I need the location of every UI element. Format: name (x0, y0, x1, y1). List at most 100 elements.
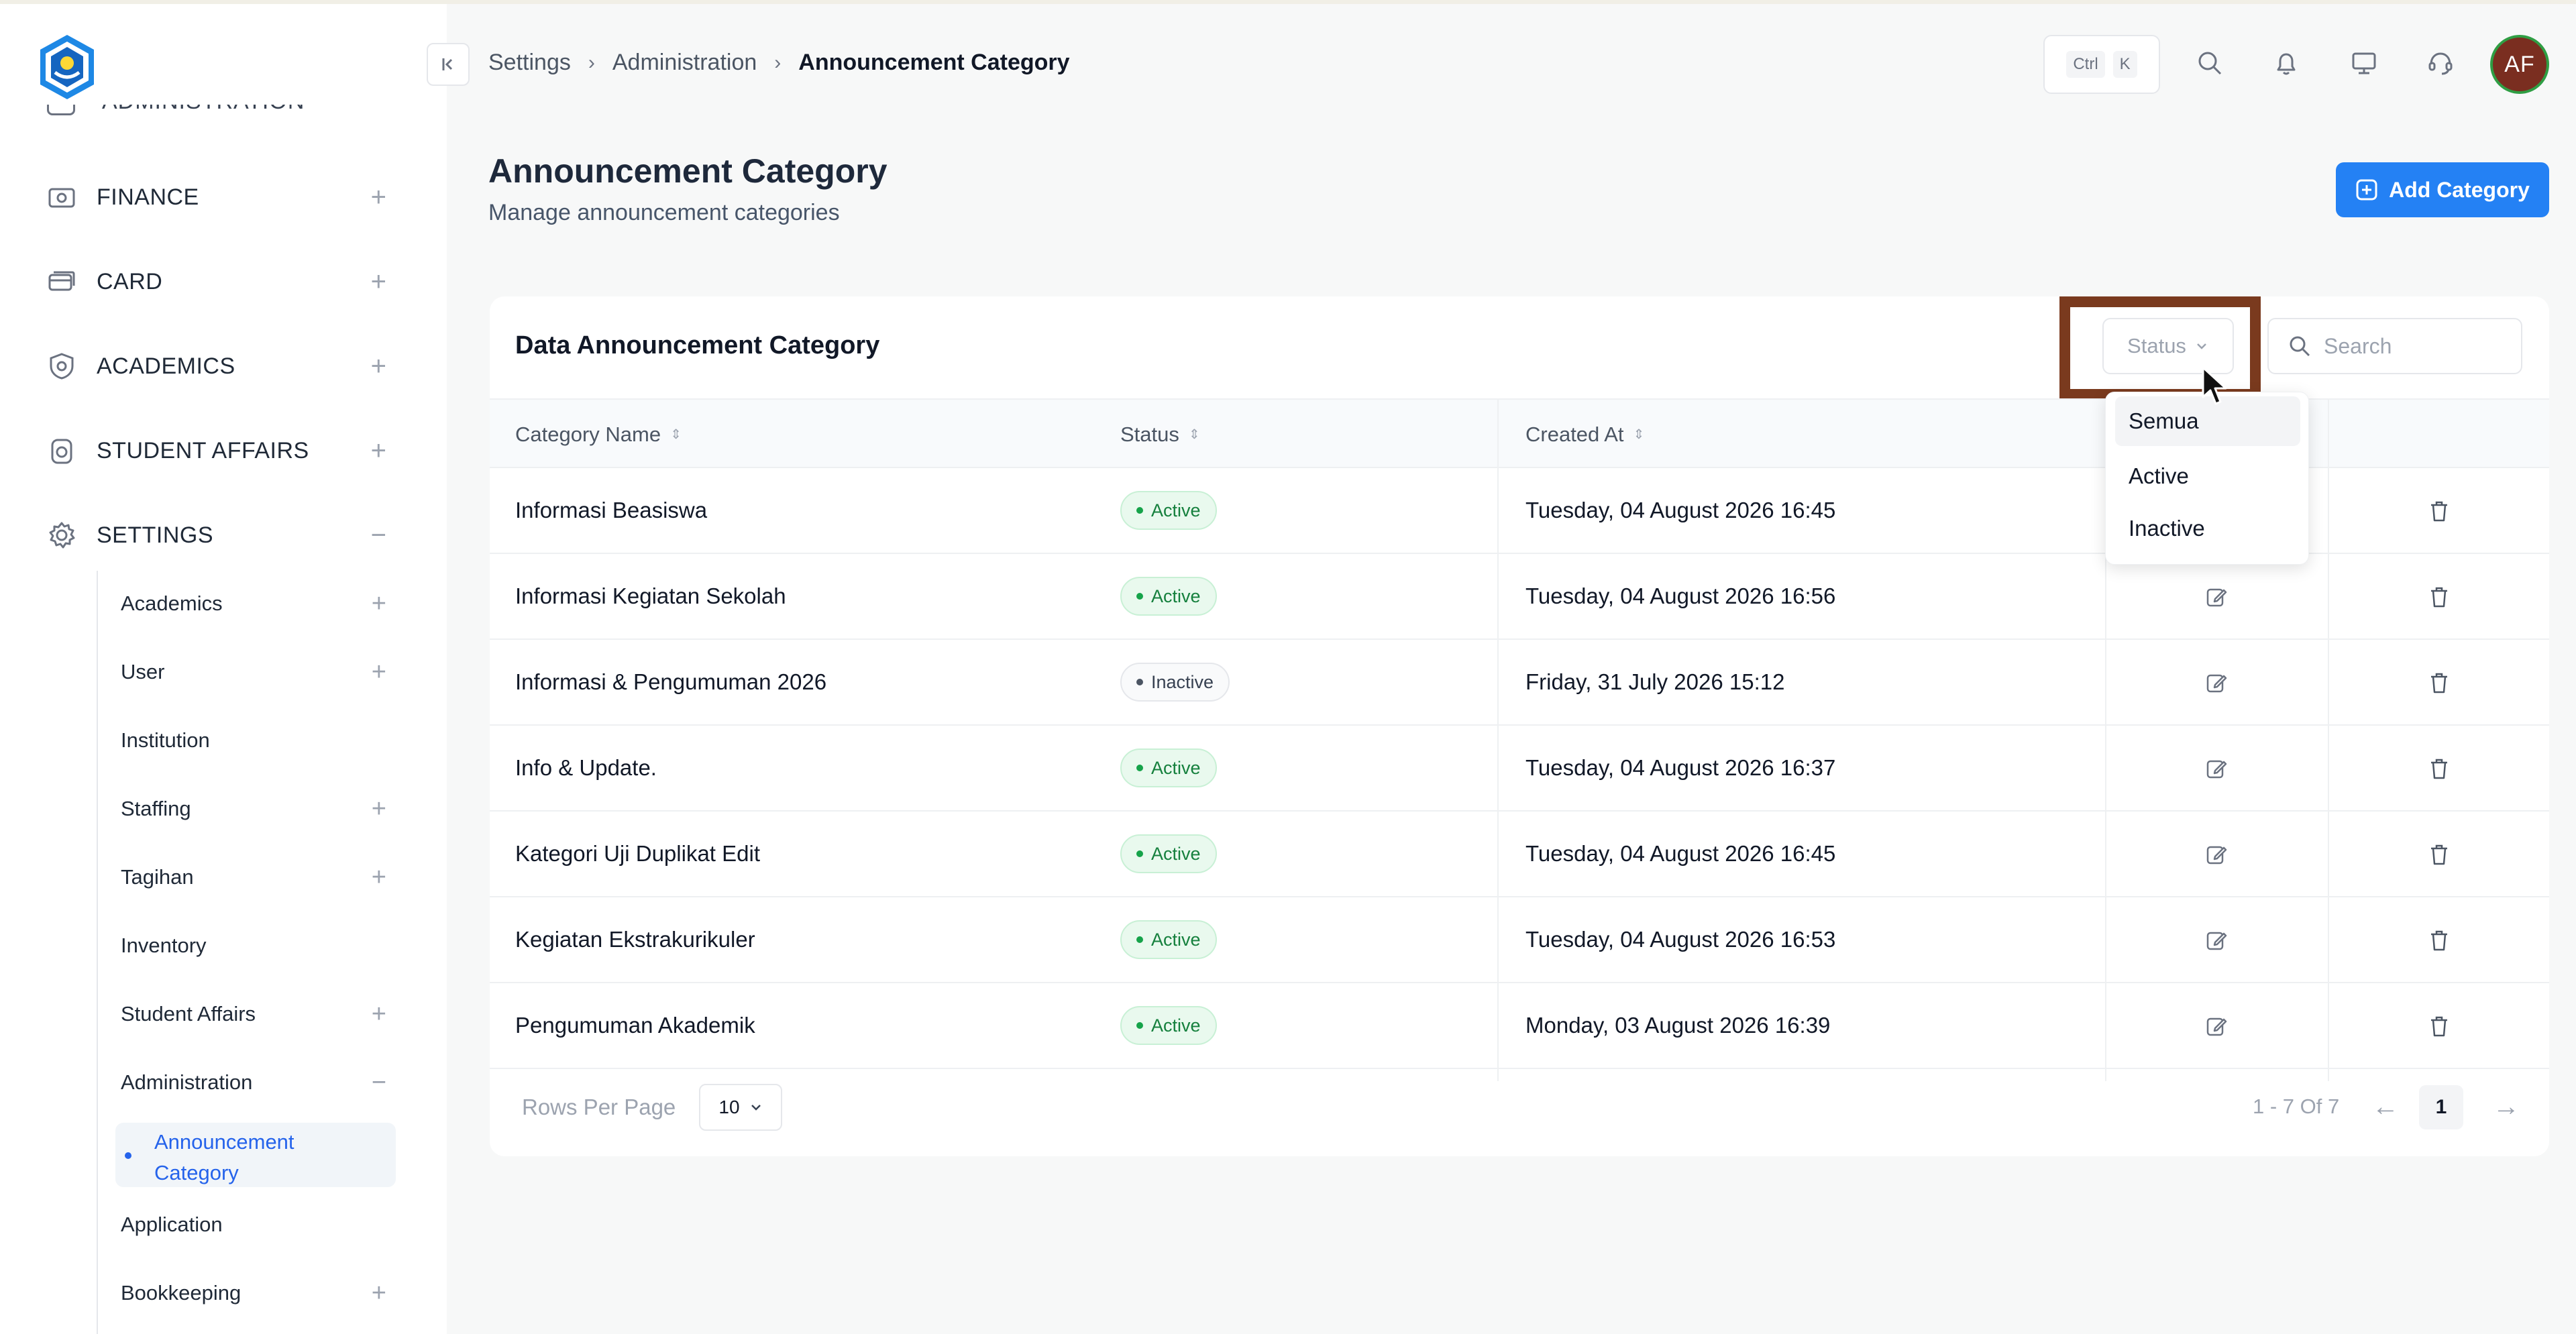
search-field[interactable] (2267, 318, 2522, 374)
sidebar-item-academics[interactable]: ACADEMICS + (47, 346, 396, 386)
category-name-cell: Kegiatan Ekstrakurikuler (515, 927, 755, 952)
trash-icon[interactable] (2423, 581, 2455, 613)
sidebar-item-card[interactable]: CARD + (47, 262, 396, 302)
collapse-icon[interactable]: − (371, 520, 386, 551)
sidebar-sub-administration[interactable]: Administration − (121, 1062, 396, 1103)
trash-icon[interactable] (2423, 924, 2455, 956)
dropdown-option-active[interactable]: Active (2115, 451, 2300, 501)
breadcrumb-settings[interactable]: Settings (488, 50, 571, 76)
status-badge: Active (1120, 834, 1217, 873)
k-key: K (2112, 51, 2137, 78)
expand-icon[interactable]: + (372, 863, 386, 892)
page-number-button[interactable]: 1 (2419, 1085, 2463, 1129)
status-badge: Inactive (1120, 663, 1230, 702)
table-row: Pengumuman Akademik Active Monday, 03 Augu… (490, 983, 2549, 1069)
status-badge: Active (1120, 1006, 1217, 1045)
sidebar-item-student-affairs[interactable]: STUDENT AFFAIRS + (47, 431, 396, 471)
table-row: Kategori Uji Duplikat Edit Active Tuesday,… (490, 812, 2549, 897)
created-at-cell: Tuesday, 04 August 2026 16:53 (1525, 927, 1836, 952)
bell-icon[interactable] (2267, 44, 2305, 82)
sidebar-sub-application[interactable]: Application (121, 1205, 396, 1245)
edit-icon[interactable] (2200, 924, 2233, 956)
edit-icon[interactable] (2200, 838, 2233, 871)
edit-icon[interactable] (2200, 1010, 2233, 1042)
trash-icon[interactable] (2423, 753, 2455, 785)
collapse-icon[interactable]: − (372, 1068, 386, 1097)
created-at-cell: Tuesday, 04 August 2026 16:45 (1525, 841, 1836, 866)
status-dot (1136, 936, 1143, 943)
status-badge: Active (1120, 491, 1217, 530)
expand-icon[interactable]: + (371, 351, 386, 382)
status-dropdown-menu: Semua Active Inactive (2105, 392, 2309, 565)
expand-icon[interactable]: + (372, 590, 386, 618)
status-badge: Active (1120, 748, 1217, 787)
sidebar-item-settings[interactable]: SETTINGS − (47, 515, 396, 555)
expand-icon[interactable]: + (372, 1279, 386, 1308)
expand-icon[interactable]: + (371, 436, 386, 466)
top-header: Settings › Administration › Announcement… (0, 4, 2576, 117)
rows-per-page-select[interactable]: 10 (699, 1084, 782, 1131)
sort-icon[interactable]: ⇕ (1633, 428, 1644, 441)
edit-icon[interactable] (2200, 581, 2233, 613)
page-title: Announcement Category (488, 152, 888, 190)
sort-icon[interactable]: ⇕ (670, 428, 682, 441)
next-page-arrow-icon[interactable]: → (2493, 1092, 2520, 1122)
trash-icon[interactable] (2423, 495, 2455, 527)
column-header-created-at[interactable]: Created At ⇕ (1525, 423, 1644, 447)
page-subtitle: Manage announcement categories (488, 200, 840, 225)
rows-per-page-label: Rows Per Page (522, 1095, 676, 1119)
expand-icon[interactable]: + (372, 795, 386, 824)
command-palette-shortcut[interactable]: Ctrl K (2043, 35, 2160, 94)
sidebar-sub-user[interactable]: User + (121, 652, 396, 692)
trash-icon[interactable] (2423, 838, 2455, 871)
trash-icon[interactable] (2423, 667, 2455, 699)
sort-icon[interactable]: ⇕ (1189, 428, 1200, 441)
breadcrumb-administration[interactable]: Administration (612, 50, 757, 76)
sidebar-sub-inventory[interactable]: Inventory (121, 926, 396, 966)
ctrl-key: Ctrl (2066, 51, 2105, 78)
created-at-cell: Friday, 31 July 2026 15:12 (1525, 669, 1785, 694)
dropdown-option-inactive[interactable]: Inactive (2115, 504, 2300, 553)
add-category-button[interactable]: Add Category (2336, 162, 2549, 217)
sidebar-sub-announcement-category[interactable]: Announcement Category (115, 1123, 396, 1187)
edit-icon[interactable] (2200, 667, 2233, 699)
sidebar-sub-academics[interactable]: Academics + (121, 583, 396, 624)
collapse-left-icon (442, 58, 453, 70)
collapse-sidebar-button[interactable] (427, 43, 470, 86)
column-header-category-name[interactable]: Category Name ⇕ (515, 423, 682, 447)
trash-icon[interactable] (2423, 1010, 2455, 1042)
status-dot (1136, 850, 1143, 857)
sidebar-sub-tagihan[interactable]: Tagihan + (121, 857, 396, 897)
table-row: Informasi & Pengumuman 2026 Inactive Frida… (490, 640, 2549, 726)
status-dot (1136, 507, 1143, 514)
card-icon (47, 267, 76, 296)
student-affairs-icon (47, 436, 76, 465)
sidebar-sub-institution[interactable]: Institution (121, 720, 396, 761)
user-avatar[interactable]: AF (2490, 35, 2549, 94)
sidebar-item-finance[interactable]: FINANCE + (47, 177, 396, 217)
table-row: Informasi Kegiatan Sekolah Active Tuesday,… (490, 554, 2549, 640)
status-dot (1136, 765, 1143, 771)
search-icon[interactable] (2191, 44, 2229, 82)
created-at-cell: Tuesday, 04 August 2026 16:56 (1525, 583, 1836, 608)
expand-icon[interactable]: + (372, 1000, 386, 1029)
expand-icon[interactable]: + (371, 182, 386, 213)
submenu-guide-line (97, 571, 98, 1334)
search-input[interactable] (2324, 333, 2512, 359)
sidebar-sub-student-affairs[interactable]: Student Affairs + (121, 994, 396, 1034)
prev-page-arrow-icon[interactable]: ← (2372, 1092, 2399, 1122)
sidebar: ADMINISTRATION FINANCE + CARD + ACADEMIC… (0, 4, 447, 1334)
sidebar-sub-bookkeeping[interactable]: Bookkeeping + (121, 1273, 396, 1313)
academics-icon (47, 351, 76, 381)
plus-square-icon (2356, 179, 2377, 201)
headset-support-icon[interactable] (2422, 44, 2459, 82)
edit-icon[interactable] (2200, 753, 2233, 785)
status-dot (1136, 593, 1143, 600)
expand-icon[interactable]: + (371, 267, 386, 297)
column-header-status[interactable]: Status ⇕ (1120, 423, 1200, 447)
status-dot (1136, 679, 1143, 685)
monitor-icon[interactable] (2345, 44, 2383, 82)
sidebar-sub-staffing[interactable]: Staffing + (121, 789, 396, 829)
status-dot (1136, 1022, 1143, 1029)
expand-icon[interactable]: + (372, 658, 386, 687)
